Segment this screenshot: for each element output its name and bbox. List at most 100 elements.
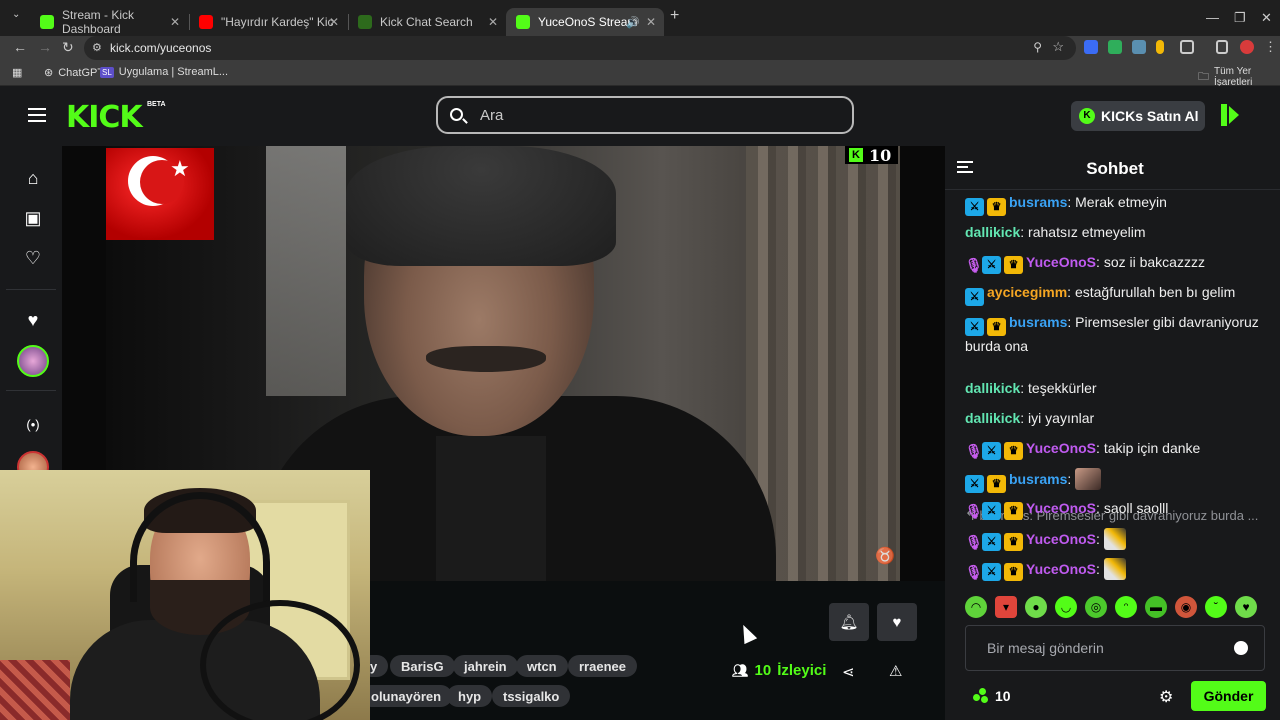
bookmark-chatgpt[interactable]: ⊛ ChatGPT [44,66,104,80]
zoom-icon[interactable]: ⚲ [1033,40,1042,54]
followed-channel-avatar[interactable] [17,345,49,377]
close-icon[interactable]: ✕ [646,15,656,29]
tag-chip[interactable]: jahrein [453,655,518,677]
tab-kick-chat-search[interactable]: Kick Chat Search ✕ [348,8,506,36]
minimize-icon[interactable]: — [1206,10,1219,25]
menu-kebab-icon[interactable]: ⋮ [1264,39,1277,55]
url-field[interactable]: ⚙ kick.com/yuceonos ⚲ ☆ [84,36,1076,60]
send-button[interactable]: Gönder [1191,681,1266,711]
tag-chip[interactable]: olunayören [360,685,453,707]
audio-playing-icon[interactable]: 🔊 [626,16,640,29]
share-icon[interactable]: ⋖ [842,663,855,681]
tab-search-icon[interactable]: ⌄ [12,9,20,20]
heart-eyes-emote-icon[interactable]: ♥ [1235,596,1257,618]
chat-username[interactable]: busrams [1009,194,1067,210]
grin-emote-icon[interactable]: ▬ [1145,596,1167,618]
close-icon[interactable]: ✕ [488,15,498,29]
tag-chip[interactable]: tssigalko [492,685,571,707]
badge-group: ⚔ ♛ [965,475,1006,493]
chat-username[interactable]: YuceOnoS [1026,561,1096,577]
kick-logo[interactable]: KICK [66,100,143,135]
angel-emote-icon[interactable]: ◠ [965,596,987,618]
live-broadcast-icon[interactable]: (•) [22,414,44,436]
vip-crown-icon: ♛ [1004,563,1023,581]
badge-group: ⚔ [965,288,984,306]
reading-list-icon[interactable] [1216,40,1228,54]
reload-icon[interactable]: ↻ [62,39,74,56]
chat-settings-gear-icon[interactable]: ⚙ [1159,687,1173,707]
home-icon[interactable]: ⌂ [22,167,44,189]
notification-bell-button[interactable]: 🔔︎ [829,603,869,641]
tab-youtube[interactable]: "Hayırdır Kardeş" Kick & Twitch ✕ [189,8,347,36]
chat-text: soz ii bakcazzzz [1103,254,1205,270]
extensions-puzzle-icon[interactable] [1180,40,1194,54]
badge-group: 🎙︎ ⚔ ♛ [965,502,1023,520]
star-icon: ★ [170,156,190,181]
tag-chip[interactable]: BarisG [390,655,455,677]
back-icon[interactable]: ← [13,39,27,55]
site-info-icon[interactable]: ⚙ [92,41,102,54]
chat-username[interactable]: dallikick [965,410,1020,426]
tab-kick-dashboard[interactable]: Stream - Kick Dashboard ✕ [30,8,188,36]
search-icon [450,108,463,121]
bookmark-star-icon[interactable]: ☆ [1052,39,1064,55]
followed-heart-icon[interactable]: ♥ [22,309,44,331]
dizzy-emote-icon[interactable]: ◎ [1085,596,1107,618]
kick-app-icon[interactable] [1221,104,1239,126]
extension-icon[interactable] [1132,40,1146,54]
angry-emote-icon[interactable]: ▾ [995,596,1017,618]
chat-username[interactable]: busrams [1009,471,1067,487]
chat-username[interactable]: dallikick [965,224,1020,240]
chat-username[interactable]: YuceOnoS [1026,254,1096,270]
menu-hamburger-icon[interactable] [28,108,46,122]
chat-username[interactable]: YuceOnoS [1026,440,1096,456]
video-person-mustache [426,346,546,372]
chat-username[interactable]: YuceOnoS [1026,500,1096,516]
buy-kicks-button[interactable]: K KICKs Satın Al [1071,101,1205,131]
chat-message: 🎙︎ ⚔ ♛ YuceOnoS: saoll saolll [965,500,1169,520]
chat-username[interactable]: aycicegimm [987,284,1067,300]
search-input[interactable]: Ara [436,96,854,134]
apps-grid-icon[interactable]: ▦ [12,66,22,79]
close-icon[interactable]: ✕ [170,15,180,29]
badge-group: 🎙︎ ⚔ ♛ [965,533,1023,551]
happy-emote-icon[interactable]: ᵔ [1115,596,1137,618]
all-bookmarks[interactable]: 🗀 Tüm Yer İşaretleri [1198,66,1280,88]
wink-emote-icon[interactable]: ˘ [1205,596,1227,618]
emoji-picker-icon[interactable] [1234,641,1248,655]
tag-chip[interactable]: rraenee [568,655,637,677]
restore-icon[interactable]: ❐ [1234,10,1246,26]
extension-icon[interactable] [1156,40,1164,54]
microphone-arm [200,600,360,720]
chat-username[interactable]: YuceOnoS [1026,531,1096,547]
skull-emote-icon[interactable]: ● [1025,596,1047,618]
smile-emote-icon[interactable]: ◡ [1055,596,1077,618]
chat-message-input[interactable]: Bir mesaj gönderin [965,625,1265,671]
close-icon[interactable]: ✕ [329,15,339,29]
chat-username[interactable]: busrams [1009,314,1067,330]
moderator-sword-icon: ⚔ [965,288,984,306]
profile-avatar[interactable] [1240,40,1254,54]
following-heart-icon[interactable]: ♡ [22,247,44,269]
follow-heart-button[interactable]: ♥ [877,603,917,641]
tab-yuceonos-stream[interactable]: YuceOnoS Stream - Watch l 🔊 ✕ [506,8,664,36]
window-close-icon[interactable]: ✕ [1261,10,1272,26]
report-warning-icon[interactable]: ⚠ [889,662,902,680]
new-tab-button[interactable]: + [670,7,679,25]
bookmark-streamlabs[interactable]: SL Uygulama | StreamL... [100,66,228,78]
extension-icon[interactable] [1108,40,1122,54]
chatgpt-icon: ⊛ [44,67,54,79]
streamlabs-icon: SL [100,66,114,78]
chat-message: ⚔ ♛ busrams: [965,468,1265,493]
chat-username[interactable]: dallikick [965,380,1020,396]
forward-icon[interactable]: → [38,39,52,55]
mushroom-emote-icon[interactable]: ◉ [1175,596,1197,618]
chat-points[interactable]: 10 [973,688,1011,704]
webcam-background-rug [0,660,70,720]
tag-chip[interactable]: hyp [447,685,493,707]
browse-icon[interactable]: ▣ [22,207,44,229]
tag-chip[interactable]: wtcn [516,655,568,677]
channel-watermark-icon: ♉ [875,548,895,565]
extension-icon[interactable] [1084,40,1098,54]
chat-text: takip için danke [1103,440,1201,456]
